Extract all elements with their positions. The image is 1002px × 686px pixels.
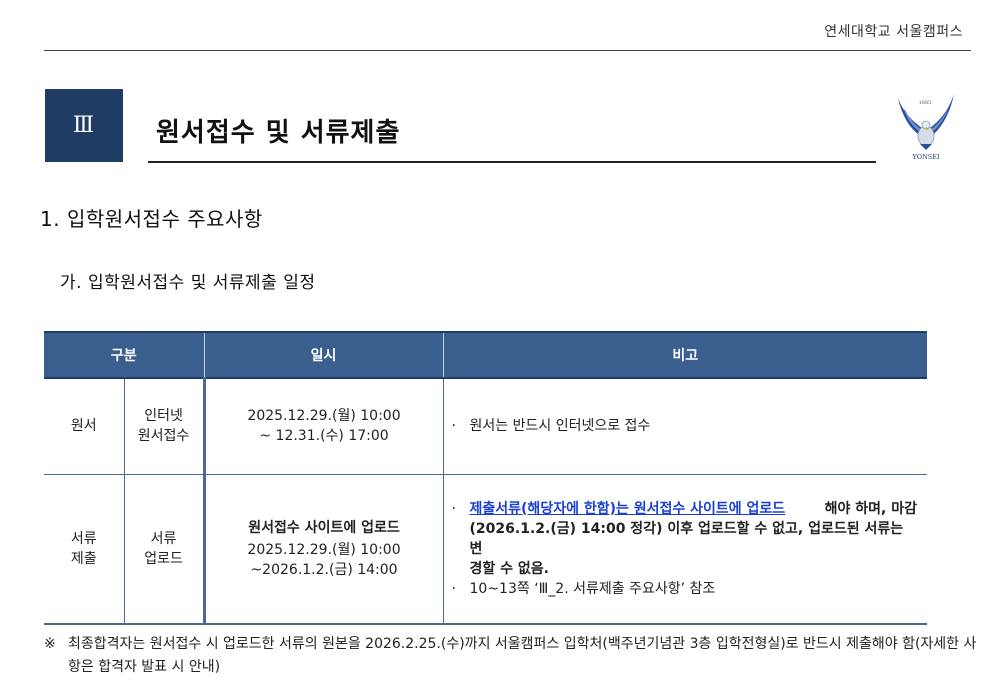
upload-link[interactable]: 제출서류(해당자에 한함)는 원서접수 사이트에 업로드 <box>470 499 786 519</box>
yonsei-eagle-logo-icon: 1885 YONSEI <box>898 94 954 161</box>
row-datetime: 2025.12.29.(월) 10:00 ~ 12.31.(수) 17:00 <box>202 378 444 475</box>
logo-year: 1885 <box>919 100 932 106</box>
logo-name: YONSEI <box>911 153 940 161</box>
row-datetime: 원서접수 사이트에 업로드 2025.12.29.(월) 10:00 ~2026… <box>202 474 444 625</box>
table-row: 원서 인터넷 원서접수 2025.12.29.(월) 10:00 ~ 12.31… <box>44 378 928 475</box>
footnote-text: 최종합격자는 원서접수 시 업로드한 서류의 원본을 2026.2.25.(수)… <box>68 636 977 675</box>
campus-label: 연세대학교 서울캠퍼스 <box>824 24 963 40</box>
section-number-box: Ⅲ <box>45 89 123 162</box>
section-title-bar: 원서접수 및 서류제출 <box>148 104 876 163</box>
schedule-table: 구분 일시 비고 원서 인터넷 원서접수 2025.12.29.(월) 10:0… <box>44 331 928 625</box>
row-category: 서류 제출 <box>44 474 124 625</box>
header-datetime: 일시 <box>203 331 444 379</box>
header-note: 비고 <box>442 331 928 379</box>
header-category: 구분 <box>44 331 205 379</box>
footnote-mark: ※ <box>44 636 56 652</box>
table-header-row: 구분 일시 비고 <box>44 331 928 379</box>
section-title: 원서접수 및 서류제출 <box>156 118 401 148</box>
footnote: ※ 최종합격자는 원서접수 시 업로드한 서류의 원본을 2026.2.25.(… <box>44 633 979 679</box>
table-row: 서류 제출 서류 업로드 원서접수 사이트에 업로드 2025.12.29.(월… <box>44 474 928 625</box>
row-category: 원서 <box>44 378 124 475</box>
row-note: · 제출서류(해당자에 한함)는 원서접수 사이트에 업로드 해야 하며, 마감 … <box>442 474 928 625</box>
row-note: · 원서는 반드시 인터넷으로 접수 <box>442 378 928 475</box>
heading-1: 1. 입학원서접수 주요사항 <box>40 207 263 231</box>
row-subcategory: 인터넷 원서접수 <box>123 378 205 475</box>
page-header: 연세대학교 서울캠퍼스 <box>44 14 971 51</box>
note-upload: · 제출서류(해당자에 한함)는 원서접수 사이트에 업로드 해야 하며, 마감 … <box>451 499 918 577</box>
heading-2: 가. 입학원서접수 및 서류제출 일정 <box>60 273 316 293</box>
note-reference: · 10~13쪽 ‘Ⅲ_2. 서류제출 주요사항’ 참조 <box>451 580 716 597</box>
row-subcategory: 서류 업로드 <box>123 474 205 625</box>
